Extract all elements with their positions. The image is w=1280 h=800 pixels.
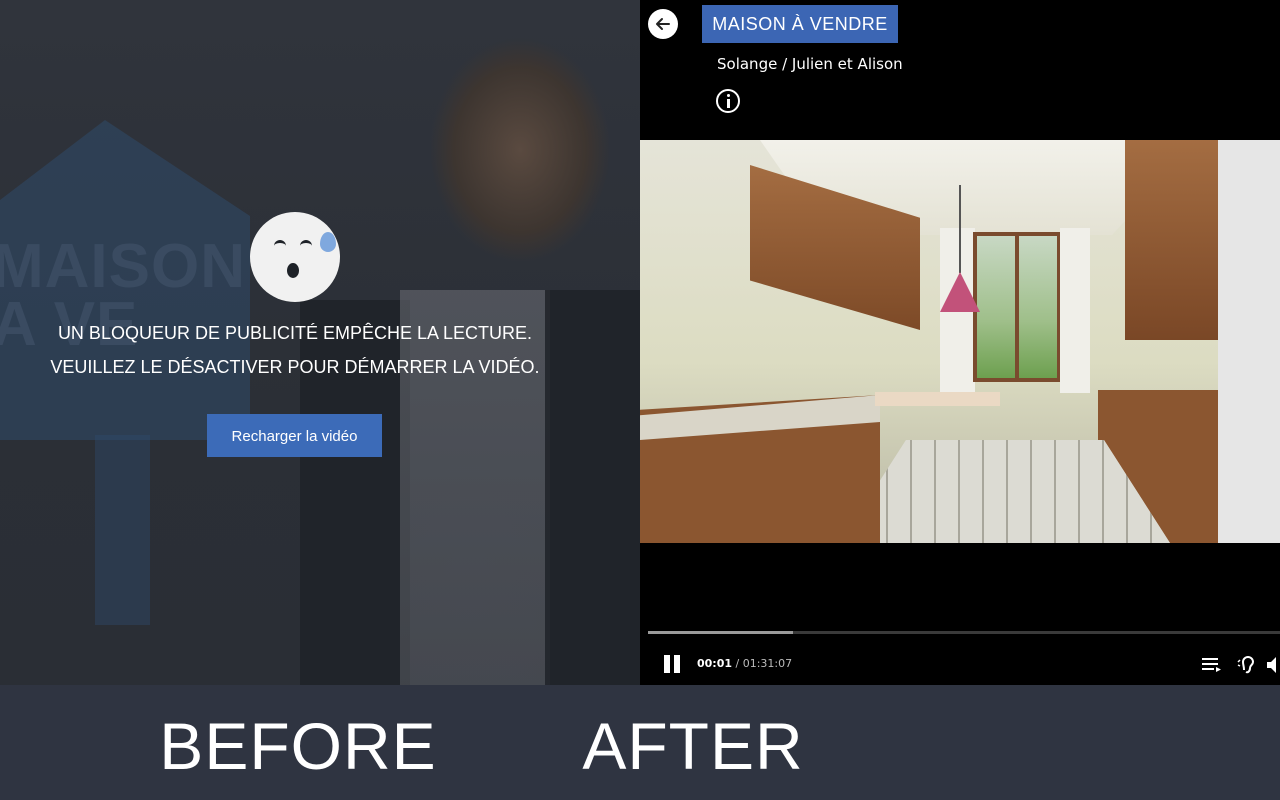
face-mouth <box>287 263 299 278</box>
pause-button[interactable] <box>662 654 682 674</box>
info-icon[interactable] <box>716 89 740 113</box>
pause-icon-bar-right <box>674 655 680 673</box>
time-separator: / <box>732 657 743 670</box>
audio-description-icon[interactable] <box>1237 654 1259 676</box>
info-icon-dot <box>727 94 730 97</box>
volume-icon[interactable] <box>1266 654 1280 676</box>
presenter-jacket-right <box>545 290 640 685</box>
sign-post <box>95 435 150 625</box>
face-eye-left <box>274 240 286 250</box>
after-panel: MAISON À VENDRE Solange / Julien et Alis… <box>640 0 1280 685</box>
after-caption: AFTER <box>582 709 804 783</box>
video-frame[interactable] <box>640 140 1280 543</box>
face-eye-right <box>300 240 312 250</box>
kitchen-table <box>875 392 1000 406</box>
progress-bar[interactable] <box>648 631 1280 634</box>
kitchen-right-cabinet <box>1125 140 1220 340</box>
episode-title: Solange / Julien et Alison <box>717 55 903 73</box>
sad-face-icon <box>250 212 340 302</box>
playlist-icon-svg <box>1202 658 1221 672</box>
kitchen-curtain-right <box>1060 228 1090 393</box>
adblock-message-line1: UN BLOQUEUR DE PUBLICITÉ EMPÊCHE LA LECT… <box>57 323 533 343</box>
playlist-icon[interactable] <box>1201 654 1223 676</box>
lamp-cord <box>959 185 961 273</box>
show-title-badge[interactable]: MAISON À VENDRE <box>702 5 898 43</box>
duration: 01:31:07 <box>742 657 793 670</box>
volume-icon-svg <box>1267 657 1276 673</box>
current-time: 00:01 <box>697 657 733 670</box>
audio-description-icon-svg <box>1237 656 1255 674</box>
adblock-message-line2: VEUILLEZ LE DÉSACTIVER POUR DÉMARRER LA … <box>50 357 540 377</box>
tear-drop-icon <box>320 232 336 252</box>
before-panel: MAISON A VE UN BLOQUEUR DE PUBLICITÉ EMPÊ… <box>0 0 640 685</box>
reload-video-button[interactable]: Recharger la vidéo <box>207 414 382 457</box>
back-arrow-icon <box>656 18 670 30</box>
back-button[interactable] <box>648 9 678 39</box>
time-display: 00:01 / 01:31:07 <box>697 657 792 670</box>
kitchen-window <box>973 232 1061 382</box>
kitchen-fridge <box>1218 140 1280 543</box>
presenter-shirt <box>400 290 550 685</box>
info-icon-bar <box>727 99 730 108</box>
progress-fill <box>648 631 794 634</box>
pause-icon-bar-left <box>664 655 670 673</box>
